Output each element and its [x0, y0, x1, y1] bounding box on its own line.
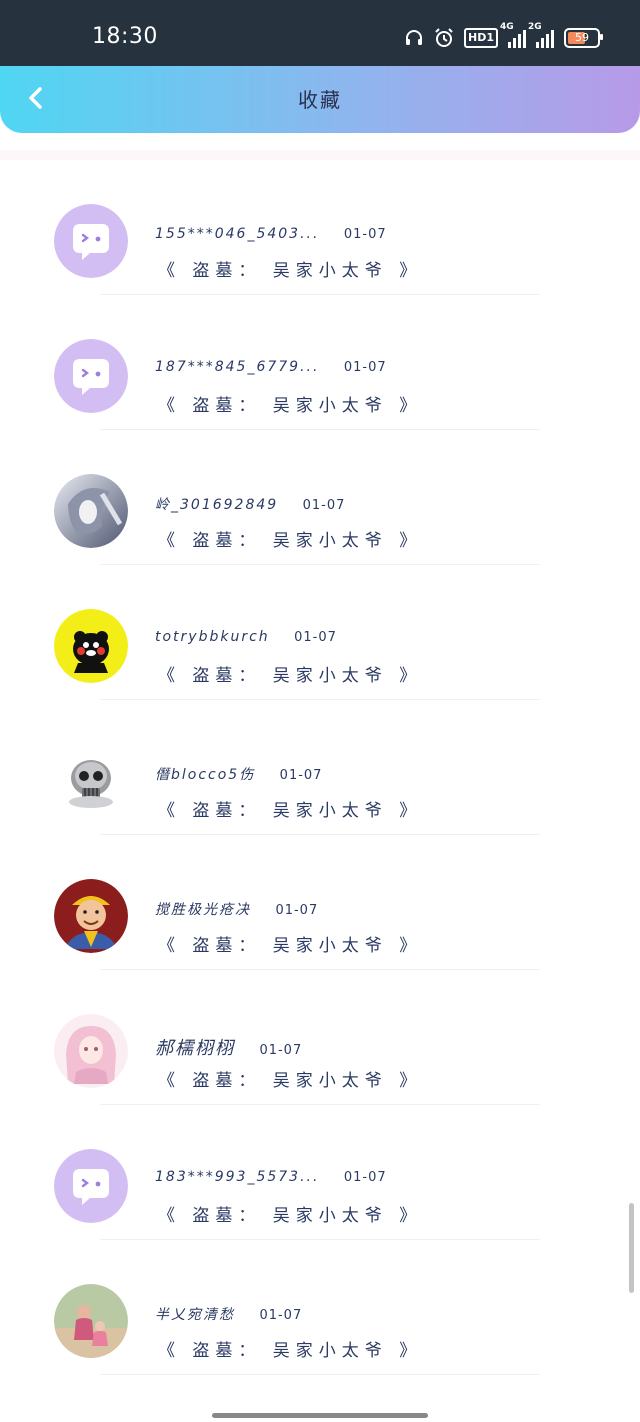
item-date: 01-07 [343, 1170, 387, 1185]
user-name: 岭_301692849 [155, 497, 279, 513]
item-meta: 155***046_5403... 01-07 [155, 226, 387, 242]
item-date: 01-07 [275, 903, 319, 918]
avatar[interactable] [54, 1014, 128, 1088]
list-top-strip [0, 150, 640, 160]
book-title: 《 盗墓： 吴家小太爷 》 [158, 396, 423, 416]
book-title: 《 盗墓： 吴家小太爷 》 [158, 666, 423, 686]
item-meta: 183***993_5573... 01-07 [155, 1169, 387, 1185]
battery-icon: 59 [564, 28, 603, 48]
avatar[interactable] [54, 879, 128, 953]
book-title: 《 盗墓： 吴家小太爷 》 [158, 1206, 423, 1226]
title-bar: 收藏 [0, 66, 640, 133]
network-4g-label: 4G [500, 22, 514, 32]
user-name: totrybbkurch [155, 629, 270, 645]
battery-level: 59 [575, 31, 589, 44]
list-item[interactable]: 郝檽栩栩 01-07 《 盗墓： 吴家小太爷 》 [0, 970, 640, 1105]
status-time: 18:30 [92, 24, 158, 49]
item-meta: 郝檽栩栩 01-07 [155, 1034, 302, 1060]
home-indicator[interactable] [212, 1413, 428, 1418]
avatar[interactable] [54, 1149, 128, 1223]
user-name: 半乂宛清愁 [155, 1307, 235, 1323]
user-name: 搅胜极光疮决 [155, 902, 251, 918]
default-chat-avatar-icon [54, 339, 128, 413]
item-date: 01-07 [279, 768, 323, 783]
headset-icon [404, 28, 424, 48]
kumamon-avatar-icon [54, 609, 128, 683]
item-meta: 僭blocco5伤 01-07 [155, 764, 322, 784]
user-name: 僭blocco5伤 [155, 767, 256, 783]
status-bar: 18:30 HD1 4G 2G 59 [0, 0, 640, 66]
favorites-list: 155***046_5403... 01-07 《 盗墓： 吴家小太爷 》 18… [0, 150, 640, 1375]
signal-2g-icon: 2G [528, 22, 554, 48]
item-meta: 半乂宛清愁 01-07 [155, 1304, 302, 1324]
item-date: 01-07 [343, 227, 387, 242]
item-meta: 岭_301692849 01-07 [155, 494, 345, 514]
avatar[interactable] [54, 744, 128, 818]
book-title: 《 盗墓： 吴家小太爷 》 [158, 531, 423, 551]
avatar[interactable] [54, 204, 128, 278]
item-meta: 187***845_6779... 01-07 [155, 359, 387, 375]
alarm-icon [434, 28, 454, 48]
status-icons: HD1 4G 2G 59 [404, 22, 603, 48]
user-name: 郝檽栩栩 [155, 1038, 235, 1059]
list-item[interactable]: 半乂宛清愁 01-07 《 盗墓： 吴家小太爷 》 [0, 1240, 640, 1375]
list-item[interactable]: 僭blocco5伤 01-07 《 盗墓： 吴家小太爷 》 [0, 700, 640, 835]
book-title: 《 盗墓： 吴家小太爷 》 [158, 801, 423, 821]
avatar[interactable] [54, 339, 128, 413]
cartoon-man-avatar-icon [54, 879, 128, 953]
scrollbar[interactable] [629, 1203, 634, 1293]
item-meta: 搅胜极光疮决 01-07 [155, 899, 318, 919]
item-date: 01-07 [343, 360, 387, 375]
divider [100, 1374, 540, 1375]
book-title: 《 盗墓： 吴家小太爷 》 [158, 1341, 423, 1361]
list-item[interactable]: 183***993_5573... 01-07 《 盗墓： 吴家小太爷 》 [0, 1105, 640, 1240]
default-chat-avatar-icon [54, 1149, 128, 1223]
avatar[interactable] [54, 1284, 128, 1358]
avatar[interactable] [54, 474, 128, 548]
avatar[interactable] [54, 609, 128, 683]
default-chat-avatar-icon [54, 204, 128, 278]
user-name: 187***845_6779... [155, 359, 320, 375]
signal-4g-icon: 4G [500, 22, 526, 48]
item-date: 01-07 [259, 1043, 303, 1058]
user-name: 155***046_5403... [155, 226, 320, 242]
list-item[interactable]: totrybbkurch 01-07 《 盗墓： 吴家小太爷 》 [0, 565, 640, 700]
network-2g-label: 2G [528, 22, 542, 32]
list-item[interactable]: 岭_301692849 01-07 《 盗墓： 吴家小太爷 》 [0, 430, 640, 565]
book-title: 《 盗墓： 吴家小太爷 》 [158, 261, 423, 281]
item-date: 01-07 [302, 498, 346, 513]
item-date: 01-07 [259, 1308, 303, 1323]
list-item[interactable]: 187***845_6779... 01-07 《 盗墓： 吴家小太爷 》 [0, 295, 640, 430]
photo-avatar-icon [54, 1284, 128, 1358]
list-item[interactable]: 155***046_5403... 01-07 《 盗墓： 吴家小太爷 》 [0, 160, 640, 295]
anime-girl-avatar-icon [54, 1014, 128, 1088]
hd-icon: HD1 [464, 28, 498, 48]
item-meta: totrybbkurch 01-07 [155, 629, 337, 645]
anime-character-avatar-icon [54, 474, 128, 548]
page-title: 收藏 [298, 88, 342, 112]
item-date: 01-07 [294, 630, 337, 645]
book-title: 《 盗墓： 吴家小太爷 》 [158, 1071, 423, 1091]
list-item[interactable]: 搅胜极光疮决 01-07 《 盗墓： 吴家小太爷 》 [0, 835, 640, 970]
skull-ring-avatar-icon [54, 744, 128, 818]
user-name: 183***993_5573... [155, 1169, 320, 1185]
book-title: 《 盗墓： 吴家小太爷 》 [158, 936, 423, 956]
